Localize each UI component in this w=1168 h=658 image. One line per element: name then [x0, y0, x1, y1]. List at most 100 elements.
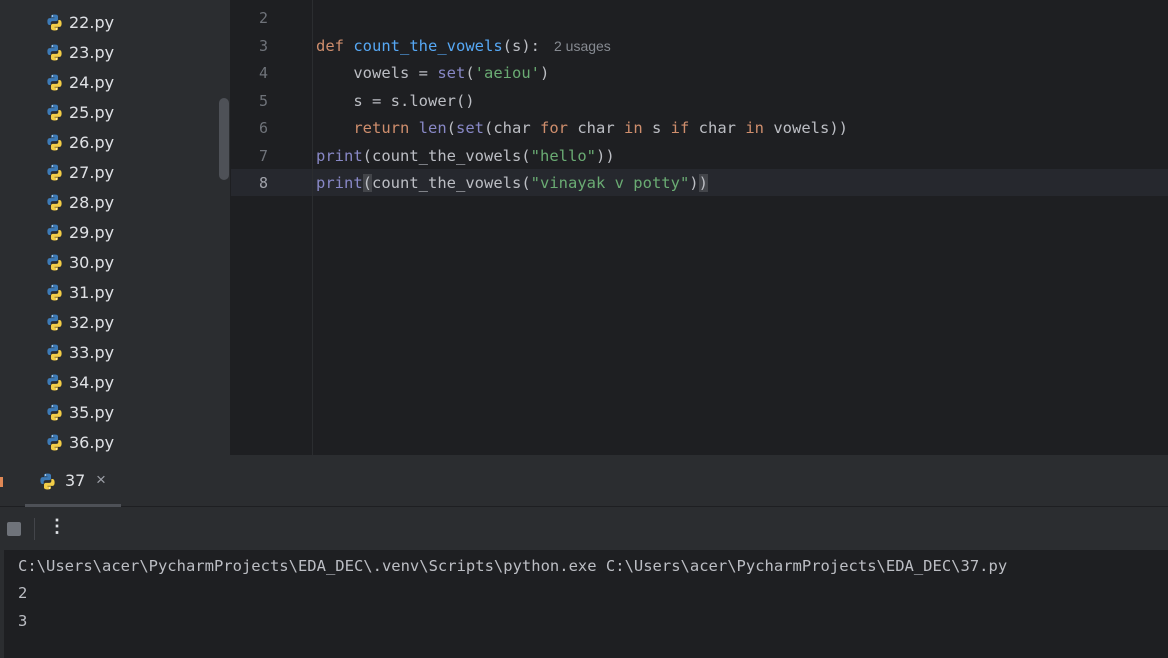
tree-file-item[interactable]: 32.py — [46, 307, 114, 337]
line-number: 6 — [258, 119, 268, 137]
builtin: set — [456, 119, 484, 137]
code-token: ( — [465, 64, 475, 82]
tree-file-item[interactable]: 31.py — [46, 277, 114, 307]
line-number: 7 — [258, 147, 268, 165]
tree-scrollbar[interactable] — [219, 98, 229, 180]
usages-hint[interactable]: 2 usages — [554, 38, 611, 54]
console-line: 3 — [18, 612, 28, 630]
string-literal: "hello" — [530, 147, 596, 165]
code-token: (count_the_vowels( — [362, 147, 531, 165]
tree-file-item[interactable]: 28.py — [46, 187, 114, 217]
code-token: char — [568, 119, 624, 137]
tree-file-label: 23.py — [69, 42, 115, 62]
python-file-icon — [47, 254, 62, 270]
keyword: in — [624, 119, 643, 137]
code-token: )) — [595, 147, 615, 165]
code-token: (s): — [502, 37, 540, 55]
code-token: s — [642, 119, 671, 137]
console-line: 2 — [18, 584, 28, 602]
tree-file-item[interactable]: 23.py — [46, 37, 114, 67]
python-file-icon — [47, 374, 62, 390]
tab-label: 37 — [65, 471, 86, 490]
tree-file-item[interactable]: 26.py — [46, 127, 114, 157]
tab-run-37[interactable]: 37 × — [25, 455, 121, 507]
keyword: if — [670, 119, 690, 137]
keyword: return — [316, 119, 410, 137]
tree-file-label: 32.py — [69, 312, 115, 332]
string-literal: "vinayak v potty" — [530, 174, 690, 192]
code-line-4[interactable]: vowels = set('aeiou') — [316, 60, 549, 87]
toolbar-separator — [34, 518, 35, 540]
python-file-icon — [47, 404, 62, 420]
close-icon[interactable]: × — [96, 470, 106, 490]
tree-file-label: 27.py — [69, 162, 115, 182]
code-token: s = s.lower() — [316, 92, 475, 110]
code-token: ) — [540, 64, 550, 82]
tree-file-label: 25.py — [69, 102, 115, 122]
code-line-8[interactable]: print(count_the_vowels("vinayak v potty"… — [316, 170, 708, 197]
code-line-5[interactable]: s = s.lower() — [316, 88, 475, 115]
project-tree: 22.py 23.py 24.py 25.py 26.py 27.py 28.py 29.py… — [0, 0, 230, 455]
tree-file-item[interactable]: 35.py — [46, 397, 114, 427]
python-file-icon — [47, 14, 62, 30]
tree-file-item[interactable]: 22.py — [46, 7, 114, 37]
tree-file-label: 30.py — [69, 252, 115, 272]
python-file-icon — [40, 473, 55, 490]
console-output[interactable]: C:\Users\acer\PycharmProjects\EDA_DEC\.v… — [4, 550, 1168, 658]
gutter-separator — [312, 0, 313, 455]
tree-file-label: 28.py — [69, 192, 115, 212]
tree-file-label: 22.py — [69, 12, 115, 32]
python-file-icon — [47, 224, 62, 240]
previous-tab-edge[interactable] — [0, 477, 3, 487]
builtin: print — [316, 147, 363, 165]
tree-file-item[interactable]: 36.py — [46, 427, 114, 455]
builtin: set — [437, 64, 466, 82]
tree-file-label: 34.py — [69, 372, 115, 392]
tree-file-item[interactable]: 29.py — [46, 217, 114, 247]
python-file-icon — [47, 314, 62, 330]
python-file-icon — [47, 104, 62, 120]
tree-file-label: 35.py — [69, 402, 115, 422]
python-file-icon — [47, 164, 62, 180]
line-number: 2 — [258, 9, 268, 27]
run-toolbar: ⋮ — [0, 507, 1168, 549]
tree-file-label: 31.py — [69, 282, 115, 302]
code-token: ) — [689, 174, 699, 192]
line-number: 4 — [258, 64, 268, 82]
code-line-6[interactable]: return len(set(char for char in s if cha… — [316, 115, 848, 142]
tree-file-label: 26.py — [69, 132, 115, 152]
code-token: (char — [484, 119, 540, 137]
tree-file-item[interactable]: 25.py — [46, 97, 114, 127]
code-token: ( — [446, 119, 456, 137]
code-line-7[interactable]: print(count_the_vowels("hello")) — [316, 143, 615, 170]
stop-icon[interactable] — [7, 522, 21, 536]
python-file-icon — [47, 134, 62, 150]
code-editor[interactable]: 2 3 4 5 6 7 8 def count_the_vowels(s): 2 … — [231, 0, 1168, 455]
console-line: C:\Users\acer\PycharmProjects\EDA_DEC\.v… — [18, 557, 1008, 575]
more-vertical-icon[interactable]: ⋮ — [48, 516, 66, 537]
run-tabs: 37 × — [0, 455, 1168, 507]
builtin: print — [316, 174, 363, 192]
matched-bracket: ( — [362, 174, 373, 192]
python-file-icon — [47, 284, 62, 300]
keyword: for — [540, 119, 568, 137]
code-token: vowels = — [316, 64, 438, 82]
run-tool-window: 37 × ⋮ C:\Users\acer\PycharmProjects\EDA… — [0, 455, 1168, 658]
code-line-3[interactable]: def count_the_vowels(s): 2 usages — [316, 33, 611, 60]
tree-file-item[interactable]: 27.py — [46, 157, 114, 187]
python-file-icon — [47, 434, 62, 450]
tree-file-item[interactable]: 30.py — [46, 247, 114, 277]
keyword: def — [316, 37, 344, 55]
code-token: vowels)) — [764, 119, 849, 137]
tree-file-item[interactable]: 24.py — [46, 67, 114, 97]
tree-file-item[interactable]: 33.py — [46, 337, 114, 367]
python-file-icon — [47, 44, 62, 60]
builtin: len — [409, 119, 447, 137]
tree-file-label: 33.py — [69, 342, 115, 362]
line-number-current: 8 — [258, 174, 268, 192]
string-literal: 'aeiou' — [474, 64, 540, 82]
line-number: 5 — [258, 92, 268, 110]
tree-file-item[interactable]: 34.py — [46, 367, 114, 397]
python-file-icon — [47, 74, 62, 90]
tree-file-label: 29.py — [69, 222, 115, 242]
